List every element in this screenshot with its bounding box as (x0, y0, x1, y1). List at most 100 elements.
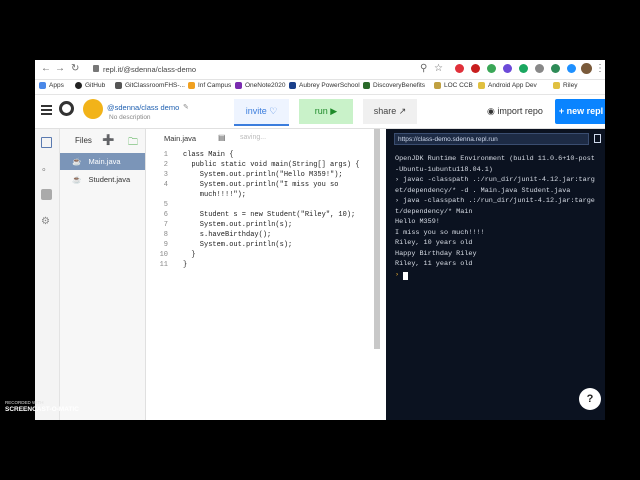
console-line: Riley, 10 years old (395, 239, 473, 247)
run-button[interactable]: run ▶ (299, 99, 353, 124)
code-line[interactable]: public static void main(String[] args) { (183, 161, 359, 169)
code-line[interactable]: System.out.println(s); (183, 221, 292, 229)
line-number: 7 (163, 221, 168, 229)
console-line: › javac -classpath .:/run_dir/junit-4.12… (395, 176, 595, 184)
browser-window: ← → ↻ repl.it/@sdenna/class-demo ⚲ ☆ ⋮ A… (35, 60, 605, 420)
forward-icon[interactable]: → (55, 63, 65, 74)
bookmark-onenote[interactable]: OneNote2020 (235, 82, 285, 89)
save-status: saving... (240, 134, 267, 141)
console-prompt: › (395, 270, 400, 279)
bookmark-gitclassroom[interactable]: GitClassroomFHS-... (115, 82, 185, 89)
github-icon: ◉ (487, 106, 495, 116)
bookmark-loc[interactable]: LOC CCB (434, 82, 473, 89)
file-item-student[interactable]: ☕ Student.java (60, 171, 145, 188)
bookmark-discovery[interactable]: DiscoveryBenefits (363, 82, 425, 89)
bookmark-powerschool[interactable]: Aubrey PowerSchool (289, 82, 360, 89)
bookmarks-bar: Apps GitHub GitClassroomFHS-... Inf Camp… (35, 80, 605, 95)
open-tab-icon[interactable] (594, 134, 601, 143)
add-folder-icon[interactable]: 🗀 (128, 135, 138, 152)
console-line: OpenJDK Runtime Environment (build 11.0.… (395, 155, 595, 163)
invite-button[interactable]: invite ♡ (234, 99, 289, 126)
code-editor[interactable]: 1 class Main { 2 public static void main(S… (148, 147, 385, 420)
console-line: I miss you so much!!!! (395, 228, 485, 237)
red-ext-icon[interactable] (471, 64, 480, 73)
chrome-ext-icon[interactable] (487, 64, 496, 73)
line-number: 3 (163, 171, 168, 179)
packages-icon[interactable] (41, 189, 52, 200)
edit-pencil-icon[interactable]: ✎ (183, 103, 189, 111)
editor-scrollbar[interactable] (374, 129, 380, 349)
code-line[interactable]: Student s = new Student("Riley", 10); (183, 211, 355, 219)
code-line[interactable]: class Main { (183, 151, 233, 159)
key-icon[interactable]: ⚲ (420, 63, 427, 74)
files-panel: Files ➕ 🗀 ☕ Main.java ☕ Student.java (60, 129, 146, 420)
repl-description[interactable]: No description (109, 114, 151, 121)
console-line: t/dependency/* Main (395, 207, 473, 216)
code-line[interactable]: } (183, 251, 195, 259)
console-cursor (403, 271, 408, 280)
grey-ext-icon[interactable] (535, 64, 544, 73)
lock-icon (93, 65, 99, 72)
hamburger-menu-icon[interactable] (41, 105, 52, 107)
code-line[interactable]: much!!!!"); (183, 191, 246, 199)
line-number: 10 (159, 251, 168, 259)
line-number: 11 (159, 261, 168, 269)
pinterest-ext-icon[interactable] (455, 64, 464, 73)
files-icon[interactable] (41, 137, 52, 148)
share-nodes-icon[interactable]: ∘ (41, 164, 52, 175)
console-line: et/dependency/* -d . Main.java Student.j… (395, 186, 571, 195)
profile-avatar[interactable] (581, 63, 592, 74)
tab-main-java[interactable]: Main.java (164, 134, 196, 143)
code-line[interactable]: } (183, 261, 187, 269)
green-ext-icon[interactable] (519, 64, 528, 73)
menu-icon[interactable]: ⋮ (595, 63, 605, 74)
console-line: › java -classpath .:/run_dir/junit-4.12.… (395, 197, 595, 205)
url-input[interactable]: repl.it/@sdenna/class-demo (103, 63, 433, 76)
repl-name[interactable]: @sdenna/class demo (107, 103, 179, 112)
user-avatar[interactable] (83, 99, 103, 119)
line-number: 6 (163, 211, 168, 219)
code-line[interactable]: System.out.println("Hello M359!"); (183, 171, 343, 179)
code-line[interactable]: System.out.println(s); (183, 241, 292, 249)
files-title: Files (75, 136, 92, 145)
line-number: 2 (163, 161, 168, 169)
format-icon[interactable]: ▤ (218, 133, 226, 142)
green2-ext-icon[interactable] (551, 64, 560, 73)
import-repo-button[interactable]: ◉ import repo (481, 99, 549, 124)
console-line: Riley, 11 years old (395, 260, 473, 268)
bookmark-github[interactable]: GitHub (75, 82, 105, 89)
java-file-icon: ☕ (72, 157, 82, 166)
console-url[interactable]: https://class-demo.sdenna.repl.run (394, 133, 589, 145)
line-number: 1 (163, 151, 168, 159)
blue-ext-icon[interactable] (567, 64, 576, 73)
bookmark-riley[interactable]: Riley (553, 82, 577, 89)
back-icon[interactable]: ← (41, 63, 51, 74)
address-bar: ← → ↻ repl.it/@sdenna/class-demo ⚲ ☆ ⋮ (35, 60, 605, 80)
console-line: Hello M359! (395, 218, 440, 226)
bookmark-infcampus[interactable]: Inf Campus (188, 82, 231, 89)
share-button[interactable]: share ↗ (363, 99, 417, 124)
file-item-main[interactable]: ☕ Main.java (60, 153, 145, 170)
settings-gear-icon[interactable]: ⚙ (41, 216, 52, 227)
code-line[interactable]: s.haveBirthday(); (183, 231, 271, 239)
console-line: -Ubuntu-1ubuntu118.04.1) (395, 165, 493, 174)
replit-logo-icon[interactable] (59, 101, 74, 116)
console-panel[interactable]: https://class-demo.sdenna.repl.run OpenJ… (386, 129, 605, 420)
bookmark-apps[interactable]: Apps (39, 82, 64, 89)
editor-tabbar: Main.java ▤ saving... (148, 129, 385, 147)
line-number: 8 (163, 231, 168, 239)
java-file-icon: ☕ (72, 175, 82, 184)
watermark-brand: SCREENCAST-O-MATIC (5, 406, 79, 413)
bookmark-android[interactable]: Android App Dev (478, 82, 537, 89)
purple-ext-icon[interactable] (503, 64, 512, 73)
star-icon[interactable]: ☆ (434, 63, 443, 74)
repl-header: @sdenna/class demo ✎ No description invi… (35, 95, 605, 129)
new-repl-button[interactable]: + new repl (555, 99, 605, 124)
code-line[interactable]: System.out.println("I miss you so (183, 181, 339, 189)
help-button[interactable]: ? (579, 388, 601, 410)
line-number: 5 (163, 201, 168, 209)
add-file-icon[interactable]: ➕ (102, 135, 114, 146)
watermark-top: RECORDED WITH (5, 400, 44, 405)
reload-icon[interactable]: ↻ (71, 63, 79, 74)
line-number: 9 (163, 241, 168, 249)
